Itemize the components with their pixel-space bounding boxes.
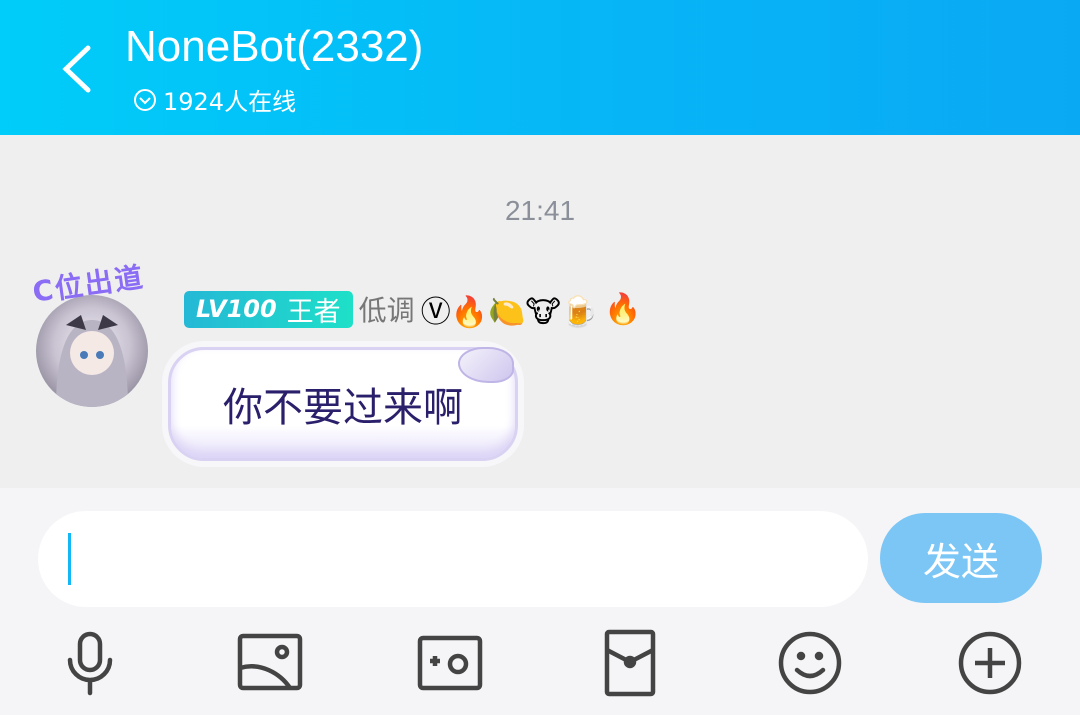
level-badge: LV100 王者 [184,290,353,328]
camera-icon[interactable] [415,628,485,698]
message-list[interactable]: 21:41 C位出道 LV100 王者 低调 Ⓥ🔥🍋🐮🍺 🔥 你不要过来啊 [0,135,1080,488]
input-bar: 发送 [0,488,1080,715]
level-text: LV100 [196,295,277,323]
microphone-icon[interactable] [55,628,125,698]
rank-text: 王者 [286,296,341,328]
send-button[interactable]: 发送 [880,513,1042,603]
nickname-emojis: Ⓥ🔥🍋🐮🍺 [420,295,599,330]
image-icon[interactable] [235,628,305,698]
fire-icon: 🔥 [604,291,642,327]
message-input[interactable] [38,511,868,607]
red-packet-icon[interactable] [595,628,665,698]
chevron-circle-icon [134,88,156,111]
avatar-frame-caption: C位出道 [30,260,147,309]
sender-info: LV100 王者 低调 Ⓥ🔥🍋🐮🍺 🔥 [184,287,642,331]
back-arrow-icon[interactable] [58,44,98,94]
avatar[interactable] [36,295,148,407]
group-title[interactable]: NoneBot(2332) [125,22,423,72]
online-count: 1924人在线 [163,88,297,116]
emoji-icon[interactable] [775,628,845,698]
chat-header: NoneBot(2332) 1924人在线 [0,0,1080,135]
sender-nickname[interactable]: 低调 [359,289,415,329]
online-status[interactable]: 1924人在线 [133,82,296,117]
plus-icon[interactable] [955,628,1025,698]
message-timestamp: 21:41 [504,195,576,226]
text-caret [68,533,71,585]
